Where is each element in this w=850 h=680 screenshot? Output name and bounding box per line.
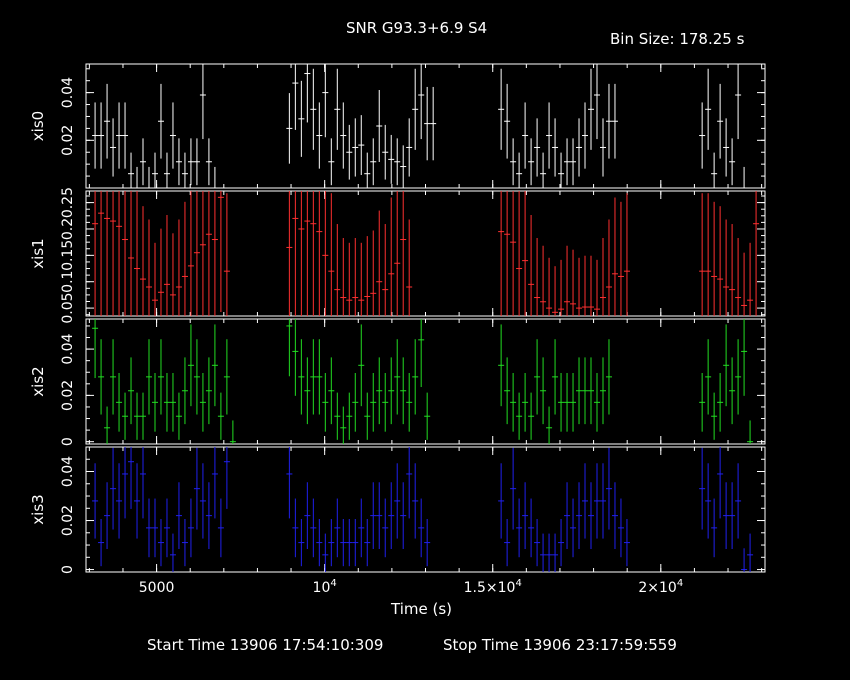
y-tick-label: 0 — [60, 437, 76, 446]
y-tick-label: 0.04 — [60, 456, 76, 487]
panel-label: xis3 — [29, 494, 47, 524]
panel-frame — [85, 63, 766, 189]
y-tick-label: 0.04 — [60, 77, 76, 108]
x-tick-label: 104 — [313, 578, 337, 596]
y-tick-label: 0 — [60, 565, 76, 574]
x-tick-label: 2×104 — [638, 578, 683, 596]
panel-label: xis1 — [29, 238, 47, 268]
y-tick-label: 0.15 — [60, 240, 76, 271]
y-tick-label: 0.25 — [60, 187, 76, 218]
panel-label: xis0 — [29, 111, 47, 141]
panel-frame — [85, 318, 766, 445]
x-tick-label: 1.5×104 — [464, 578, 522, 596]
stop-time-label: Stop Time 13906 23:17:59:559 — [443, 636, 677, 654]
bin-size-label: Bin Size: 178.25 s — [610, 30, 745, 48]
panel-frame — [85, 446, 766, 573]
x-axis-title: Time (s) — [391, 600, 452, 618]
panel-frame — [85, 190, 766, 317]
panel-label: xis2 — [29, 366, 47, 396]
y-tick-label: 0.04 — [60, 333, 76, 364]
y-tick-label: 0.02 — [60, 380, 76, 411]
x-tick-label: 5000 — [139, 580, 175, 596]
light-curve-plot: 0.02 0.04 xis0 0.050.10.150.20.25 xis1 0 0.02 0… — [29, 63, 766, 596]
start-time-label: Start Time 13906 17:54:10:309 — [147, 636, 384, 654]
y-tick-label: 0.2 — [60, 218, 76, 240]
y-tick-label: 0.02 — [60, 505, 76, 536]
y-tick-label: 0.1 — [60, 271, 76, 293]
y-tick-label: 0.05 — [60, 293, 76, 324]
chart-title: SNR G93.3+6.9 S4 — [346, 19, 488, 37]
y-tick-label: 0.02 — [60, 125, 76, 156]
